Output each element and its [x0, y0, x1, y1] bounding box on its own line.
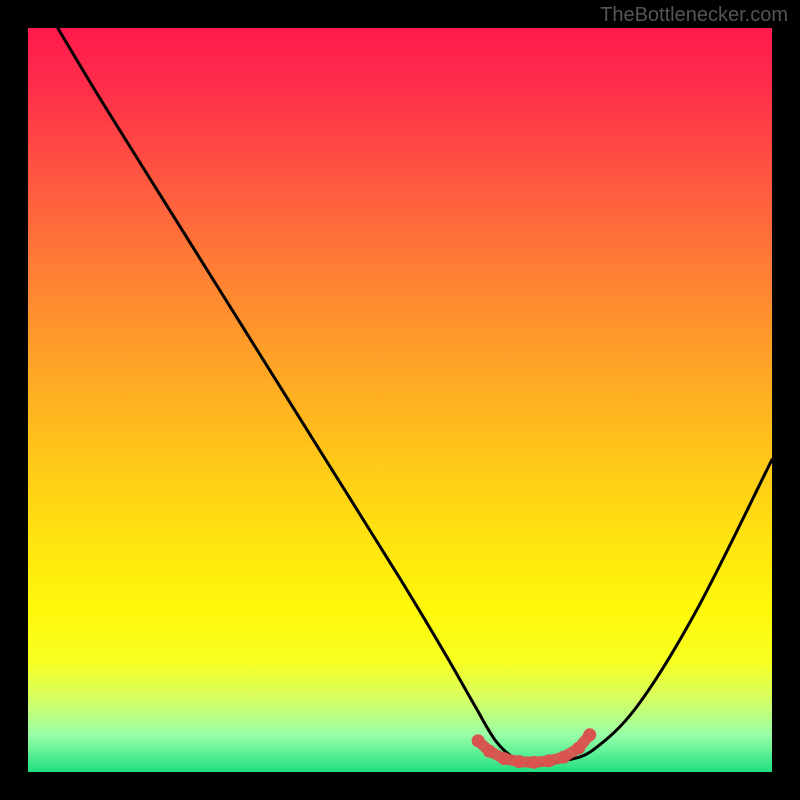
watermark-text: TheBottlenecker.com: [600, 4, 788, 27]
chart-plot-area: [28, 28, 772, 772]
chart-svg: [28, 28, 772, 772]
bottleneck-curve: [58, 28, 772, 765]
